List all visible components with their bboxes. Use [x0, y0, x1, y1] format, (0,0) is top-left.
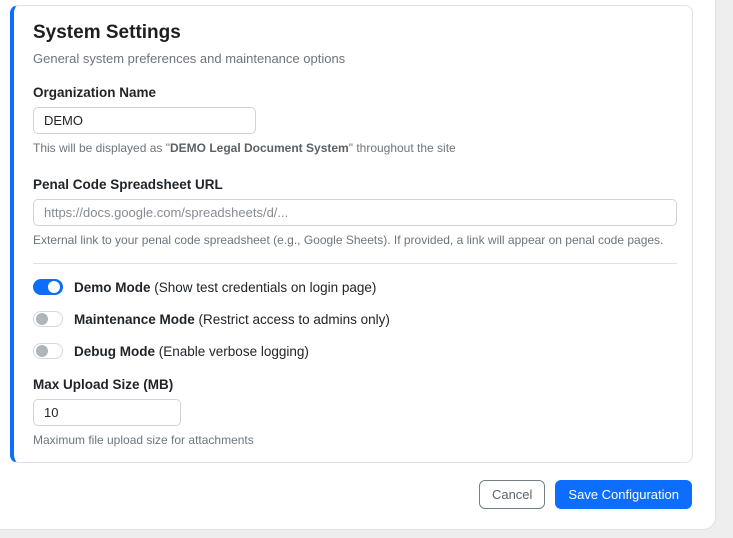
toggle-knob — [48, 281, 60, 293]
maintenance-mode-row: Maintenance Mode (Restrict access to adm… — [33, 310, 677, 328]
max-upload-size-input[interactable] — [33, 399, 181, 426]
demo-mode-label: Demo Mode (Show test credentials on logi… — [74, 279, 377, 295]
demo-mode-toggle[interactable] — [33, 279, 63, 295]
footer-actions: Cancel Save Configuration — [10, 480, 692, 509]
demo-mode-row: Demo Mode (Show test credentials on logi… — [33, 278, 677, 296]
debug-mode-toggle[interactable] — [33, 343, 63, 359]
help-prefix: This will be displayed as " — [33, 141, 170, 155]
help-bold: DEMO Legal Document System — [170, 141, 349, 155]
penal-code-url-input[interactable] — [33, 199, 677, 226]
save-configuration-button[interactable]: Save Configuration — [555, 480, 692, 509]
cancel-button[interactable]: Cancel — [478, 480, 546, 509]
maintenance-mode-label: Maintenance Mode (Restrict access to adm… — [74, 311, 390, 327]
maintenance-mode-toggle[interactable] — [33, 311, 63, 327]
debug-mode-row: Debug Mode (Enable verbose logging) — [33, 342, 677, 360]
organization-name-label: Organization Name — [33, 85, 157, 100]
system-settings-card: System Settings General system preferenc… — [10, 5, 693, 463]
max-upload-size-label: Max Upload Size (MB) — [33, 377, 174, 392]
toggle-knob — [36, 345, 48, 357]
max-upload-size-help: Maximum file upload size for attachments — [33, 433, 254, 447]
toggle-knob — [36, 313, 48, 325]
help-suffix: " throughout the site — [348, 141, 456, 155]
organization-name-help: This will be displayed as "DEMO Legal Do… — [33, 141, 677, 156]
section-divider — [33, 263, 677, 264]
debug-mode-label: Debug Mode (Enable verbose logging) — [74, 343, 309, 359]
page-subtitle: General system preferences and maintenan… — [33, 51, 346, 66]
penal-code-url-help: External link to your penal code spreads… — [33, 233, 664, 247]
organization-name-input[interactable] — [33, 107, 256, 134]
page-title: System Settings — [33, 22, 181, 43]
penal-code-url-label: Penal Code Spreadsheet URL — [33, 177, 223, 192]
